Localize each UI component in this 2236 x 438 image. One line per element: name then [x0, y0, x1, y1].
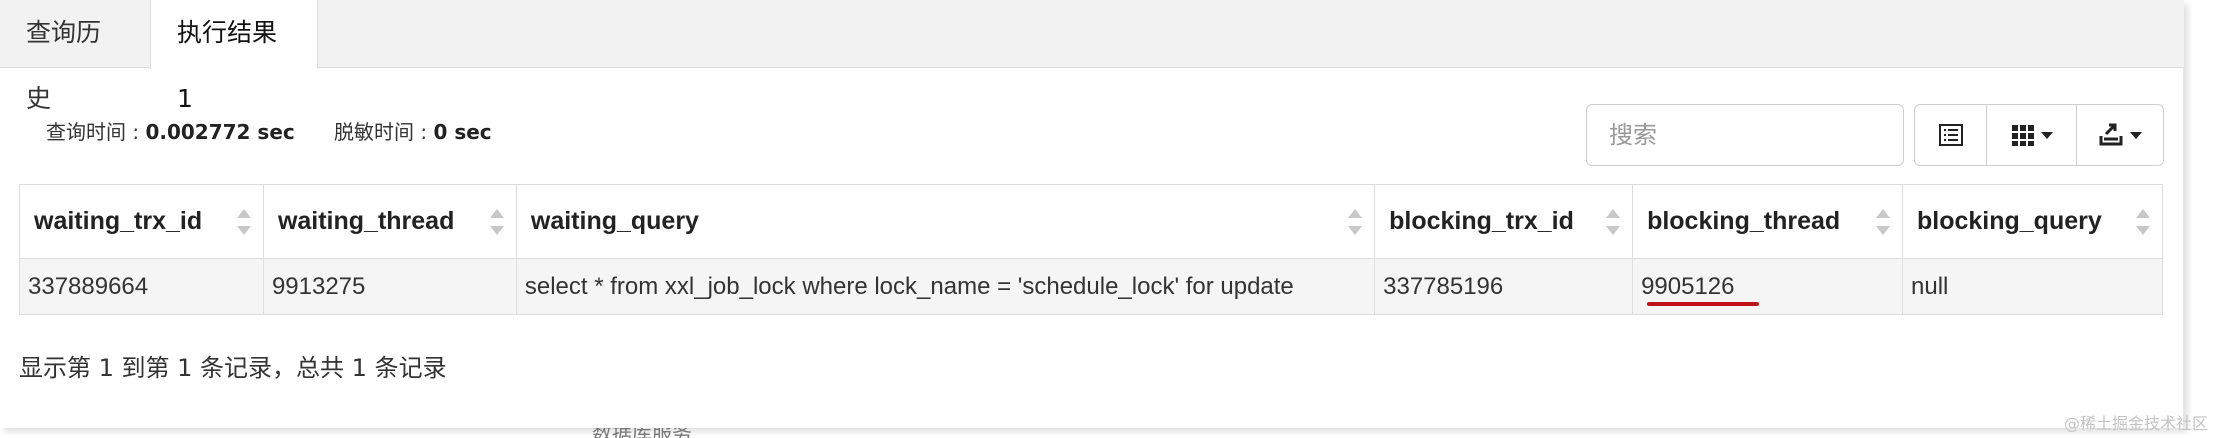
sort-icon	[1876, 209, 1890, 235]
cell-blocking-query: null	[1902, 258, 2163, 315]
table-row[interactable]: 337889664 9913275 select * from xxl_job_…	[19, 258, 2163, 315]
sort-icon	[2136, 209, 2150, 235]
columns-button[interactable]	[1987, 105, 2077, 165]
cell-waiting-query: select * from xxl_job_lock where lock_na…	[516, 258, 1376, 315]
highlight-underline	[1647, 302, 1760, 306]
chevron-down-icon	[2130, 131, 2142, 139]
table-header-row: waiting_trx_id waiting_thread waiting_qu…	[19, 184, 2163, 259]
stray-text: 数据库服务	[592, 428, 712, 438]
sort-icon	[1606, 209, 1621, 235]
column-header-waiting-query[interactable]: waiting_query	[516, 184, 1376, 259]
column-header-blocking-trx-id[interactable]: blocking_trx_id	[1374, 184, 1634, 259]
query-time-value: 0.002772 sec	[145, 120, 295, 144]
watermark: @稀土掘金技术社区	[2064, 414, 2209, 433]
columns-grid-icon	[2011, 125, 2034, 146]
column-header-blocking-thread[interactable]: blocking_thread	[1632, 184, 1903, 259]
desensitize-time-value: 0 sec	[433, 120, 492, 144]
column-header-blocking-query[interactable]: blocking_query	[1902, 184, 2163, 259]
desensitize-time-label: 脱敏时间 :	[334, 120, 434, 144]
cell-blocking-trx-id: 337785196	[1374, 258, 1634, 315]
pagination-info: 显示第 1 到第 1 条记录，总共 1 条记录	[19, 354, 447, 382]
export-button[interactable]	[2077, 105, 2163, 165]
query-time-label: 查询时间 :	[46, 120, 146, 144]
query-time: 查询时间 : 0.002772 sec	[46, 116, 295, 145]
tab-bar: 查询历史 执行结果1	[0, 0, 2184, 113]
column-header-waiting-thread[interactable]: waiting_thread	[263, 184, 517, 259]
table-toolbar	[1914, 104, 2164, 166]
chevron-down-icon	[2040, 131, 2053, 139]
sort-icon	[236, 209, 251, 235]
column-header-waiting-trx-id[interactable]: waiting_trx_id	[19, 184, 264, 259]
sort-icon	[1348, 209, 1363, 235]
list-view-icon	[1938, 124, 1963, 146]
tab-query-history[interactable]: 查询历史	[0, 0, 150, 113]
toggle-view-button[interactable]	[1915, 105, 1987, 165]
result-panel: 查询历史 执行结果1 查询时间 : 0.002772 sec 脱敏时间 : 0 …	[0, 0, 2184, 428]
cell-waiting-thread: 9913275	[263, 258, 517, 315]
cell-blocking-thread-value: 9905126	[1641, 272, 1735, 300]
cell-blocking-thread: 9905126	[1632, 258, 1903, 315]
search-input[interactable]	[1586, 104, 1904, 166]
cell-waiting-trx-id: 337889664	[19, 258, 264, 315]
desensitize-time: 脱敏时间 : 0 sec	[334, 116, 492, 145]
result-table: waiting_trx_id waiting_thread waiting_qu…	[19, 184, 2163, 315]
sort-icon	[489, 209, 504, 235]
tab-execution-result[interactable]: 执行结果1	[150, 0, 318, 113]
export-icon	[2099, 123, 2123, 146]
